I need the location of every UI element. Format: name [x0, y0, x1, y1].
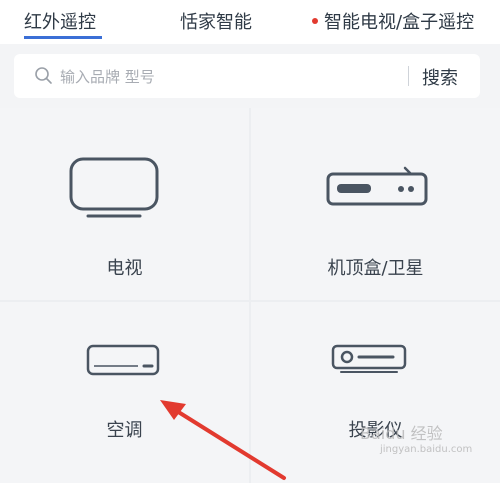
- grid-divider-horizontal: [0, 300, 500, 302]
- grid-divider-vertical: [249, 108, 251, 483]
- device-set-top-box[interactable]: 机顶盒/卫星: [251, 108, 500, 300]
- device-tv[interactable]: 电视: [0, 108, 249, 300]
- tv-icon: [69, 157, 159, 218]
- watermark: Baidu 经验 jingyan.baidu.com: [360, 420, 472, 455]
- notification-dot: [312, 18, 318, 24]
- air-conditioner-icon: [86, 344, 160, 376]
- watermark-subtext: jingyan.baidu.com: [380, 444, 473, 455]
- tab-smart-tv-box-remote[interactable]: 智能电视/盒子遥控: [312, 8, 474, 34]
- device-air-conditioner[interactable]: 空调: [0, 302, 249, 483]
- tab-tianjia-smart[interactable]: 恬家智能: [180, 8, 252, 34]
- device-label: 机顶盒/卫星: [327, 258, 424, 279]
- active-tab-indicator: [24, 36, 102, 39]
- device-projector[interactable]: 投影仪: [251, 302, 500, 483]
- device-label: 空调: [106, 420, 143, 441]
- tab-bar: 红外遥控 恬家智能 智能电视/盒子遥控: [0, 0, 500, 44]
- watermark-text: Baidu 经验: [360, 424, 443, 443]
- search-divider: [408, 66, 409, 86]
- projector-icon: [331, 344, 407, 373]
- search-button[interactable]: 搜索: [422, 64, 458, 90]
- search-icon: [35, 67, 52, 84]
- search-bar: 搜索: [14, 54, 480, 98]
- set-top-box-icon: [326, 166, 428, 206]
- tab-infrared-remote[interactable]: 红外遥控: [24, 8, 96, 34]
- tab-smart-tv-box-remote-label: 智能电视/盒子遥控: [324, 12, 475, 33]
- search-input[interactable]: [58, 64, 402, 90]
- device-label: 电视: [106, 258, 143, 279]
